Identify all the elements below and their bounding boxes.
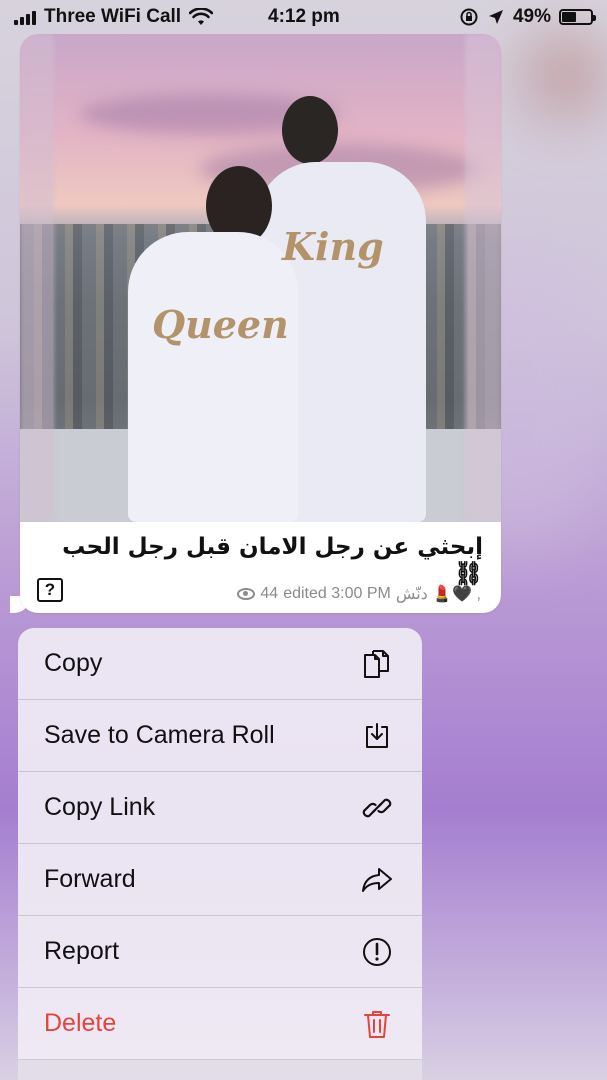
save-icon [360, 719, 394, 753]
menu-item-label: Save to Camera Roll [44, 721, 275, 749]
background-blur [520, 30, 607, 120]
eye-icon [237, 588, 256, 600]
forward-icon [360, 863, 394, 897]
context-menu: Copy Save to Camera Roll Copy Link Forwa… [18, 628, 422, 1080]
view-count: 44 [260, 585, 279, 602]
signal-strength-icon [14, 9, 36, 25]
menu-item-save-to-camera-roll[interactable]: Save to Camera Roll [18, 700, 422, 772]
robe-text-king: King [282, 224, 384, 269]
clock: 4:12 pm [268, 6, 340, 27]
message-meta: 44 edited 3:00 PM دنّش 💄🖤 , [237, 584, 481, 604]
status-bar: Three WiFi Call 4:12 pm 49% [0, 0, 607, 34]
link-icon [360, 791, 394, 825]
menu-item-label: Forward [44, 865, 136, 893]
copy-icon [360, 647, 394, 681]
menu-item-delete[interactable]: Delete [18, 988, 422, 1060]
message-caption: إبحثي عن رجل الامان قبل رجل الحب⛓ [62, 534, 483, 587]
menu-item-label: Report [44, 937, 120, 965]
location-icon [488, 10, 503, 24]
battery-level [562, 12, 576, 22]
battery-icon [559, 9, 596, 25]
orientation-lock-icon [460, 8, 478, 26]
status-bar-right: 49% [459, 6, 596, 28]
status-bar-left: Three WiFi Call [14, 6, 214, 28]
message-signature: دنّش 💄🖤 , [395, 586, 481, 603]
carrier-label: Three WiFi Call [44, 6, 182, 27]
robe-text-queen: Queen [152, 302, 289, 347]
report-icon [360, 935, 394, 969]
menu-item-copy-link[interactable]: Copy Link [18, 772, 422, 844]
message-photo[interactable]: Queen King [20, 34, 501, 522]
menu-more-separator [18, 1060, 422, 1080]
menu-item-label: Delete [44, 1009, 117, 1037]
menu-item-forward[interactable]: Forward [18, 844, 422, 916]
menu-item-copy[interactable]: Copy [18, 628, 422, 700]
menu-item-label: Copy [44, 649, 103, 677]
woman-figure [128, 232, 298, 522]
trash-icon [360, 1007, 394, 1041]
battery-percent: 49% [512, 6, 551, 27]
wifi-icon [189, 8, 214, 25]
message-bubble[interactable]: Queen King إبحثي عن رجل الامان قبل رجل ا… [20, 34, 501, 613]
message-info: edited 3:00 PM [283, 585, 391, 602]
caption-emoji: ? [37, 578, 63, 602]
menu-item-report[interactable]: Report [18, 916, 422, 988]
man-head [282, 96, 338, 164]
menu-item-label: Copy Link [44, 793, 156, 821]
